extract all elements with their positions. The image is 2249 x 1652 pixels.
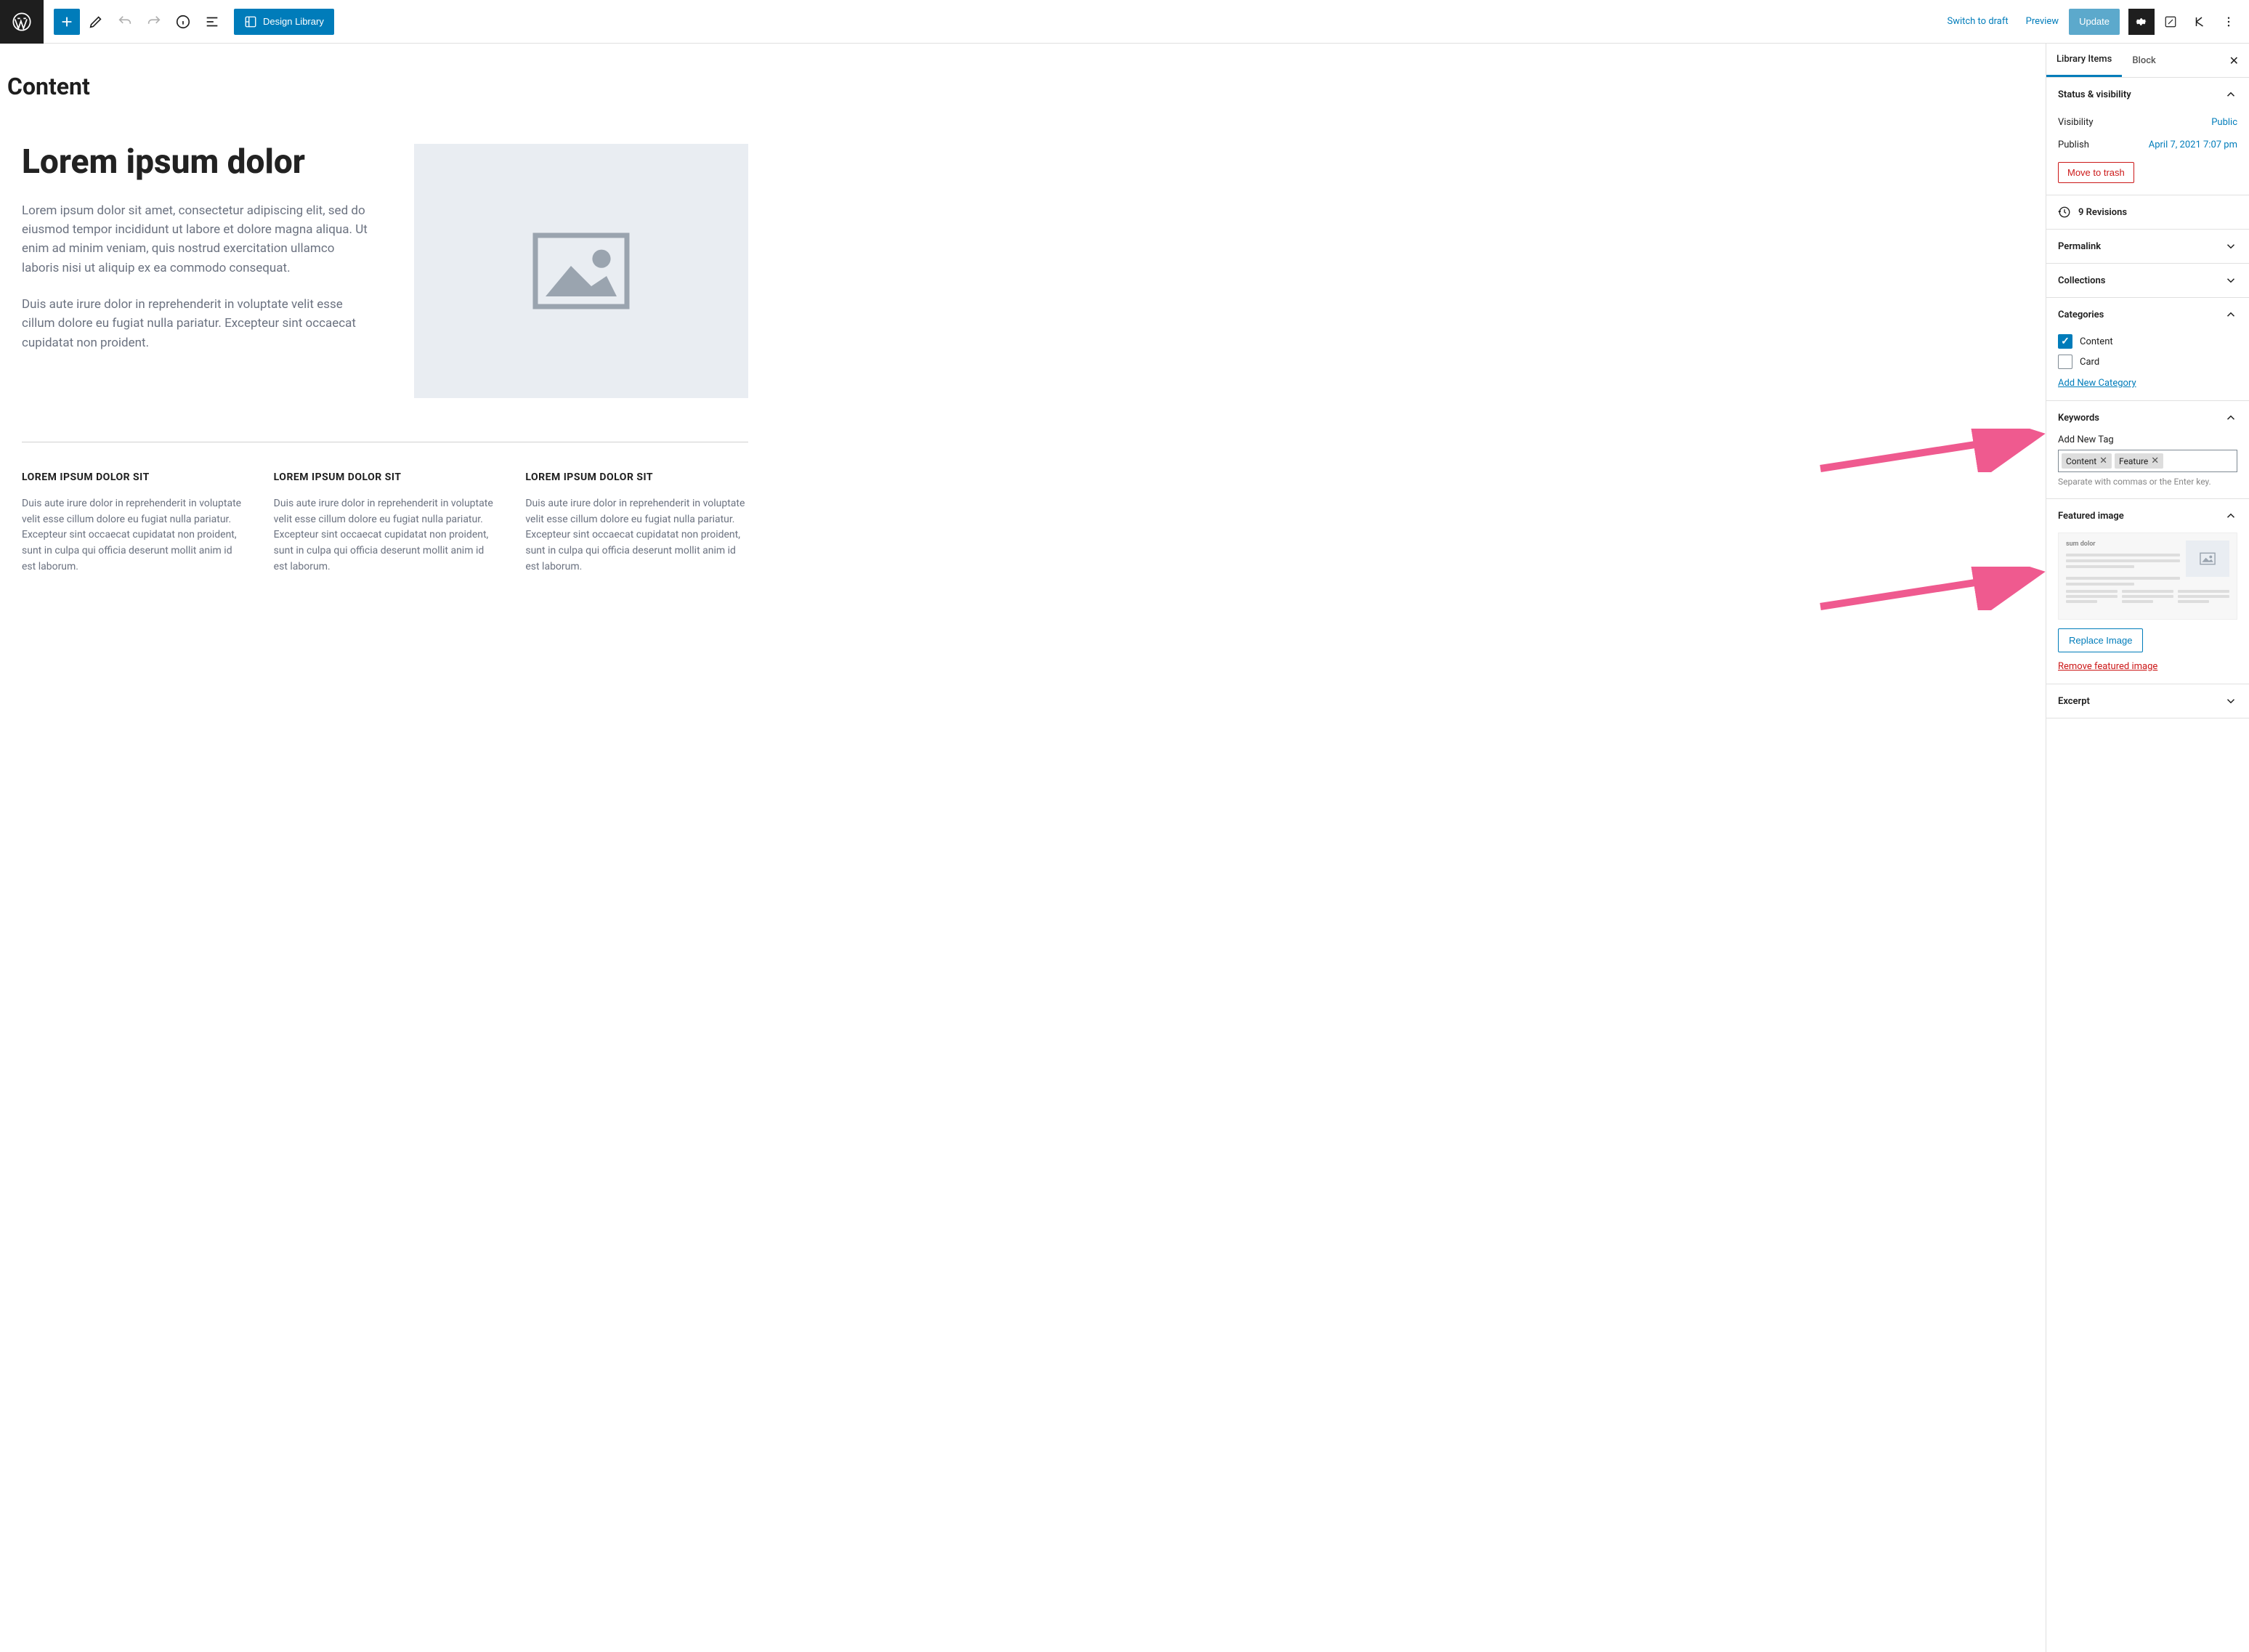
- panel-collections: Collections: [2046, 264, 2249, 298]
- top-toolbar: Design Library Switch to draft Preview U…: [0, 0, 2249, 44]
- checkbox-icon[interactable]: [2058, 355, 2072, 369]
- chevron-down-icon: [2224, 240, 2237, 253]
- col-body[interactable]: Duis aute irure dolor in reprehenderit i…: [274, 496, 497, 575]
- image-placeholder-icon: [2186, 540, 2229, 577]
- remove-tag-icon[interactable]: ✕: [2099, 455, 2107, 466]
- tag-chip-content: Content ✕: [2062, 453, 2112, 469]
- tag-help-text: Separate with commas or the Enter key.: [2058, 477, 2237, 487]
- chevron-down-icon: [2224, 274, 2237, 287]
- remove-featured-image-link[interactable]: Remove featured image: [2058, 661, 2237, 672]
- design-library-label: Design Library: [263, 16, 324, 27]
- revisions-row[interactable]: 9 Revisions: [2046, 195, 2249, 230]
- col-body[interactable]: Duis aute irure dolor in reprehenderit i…: [22, 496, 245, 575]
- hero-heading[interactable]: Lorem ipsum dolor: [22, 144, 370, 181]
- workspace: Content Lorem ipsum dolor Lorem ipsum do…: [0, 44, 2249, 1652]
- more-options-button[interactable]: [2216, 9, 2242, 35]
- column-2[interactable]: LOREM IPSUM DOLOR SIT Duis aute irure do…: [274, 471, 497, 575]
- add-block-button[interactable]: [54, 9, 80, 35]
- jetpack-icon[interactable]: [2157, 9, 2184, 35]
- checkbox-icon[interactable]: [2058, 334, 2072, 349]
- featured-image-thumbnail[interactable]: sum dolor: [2058, 533, 2237, 620]
- page-title[interactable]: Content: [7, 73, 2038, 100]
- undo-button[interactable]: [112, 9, 138, 35]
- col-heading[interactable]: LOREM IPSUM DOLOR SIT: [525, 471, 748, 483]
- add-tag-label: Add New Tag: [2058, 434, 2237, 445]
- chevron-up-icon: [2224, 411, 2237, 424]
- tag-chip-feature: Feature ✕: [2115, 453, 2163, 469]
- panel-categories: Categories Content Card Add New Category: [2046, 298, 2249, 401]
- wordpress-logo[interactable]: [0, 0, 44, 44]
- switch-to-draft-link[interactable]: Switch to draft: [1940, 12, 2015, 31]
- visibility-value[interactable]: Public: [2211, 117, 2237, 128]
- panel-featured-image: Featured image sum dolor: [2046, 499, 2249, 684]
- chevron-up-icon: [2224, 308, 2237, 321]
- panel-header-collections[interactable]: Collections: [2046, 264, 2249, 297]
- publish-label: Publish: [2058, 139, 2089, 150]
- panel-status-visibility: Status & visibility Visibility Public Pu…: [2046, 78, 2249, 195]
- revisions-label: 9 Revisions: [2078, 207, 2127, 218]
- hero-text: Lorem ipsum dolor Lorem ipsum dolor sit …: [22, 144, 370, 370]
- panel-permalink: Permalink: [2046, 230, 2249, 264]
- col-body[interactable]: Duis aute irure dolor in reprehenderit i…: [525, 496, 748, 575]
- column-3[interactable]: LOREM IPSUM DOLOR SIT Duis aute irure do…: [525, 471, 748, 575]
- category-checkbox-content[interactable]: Content: [2058, 331, 2237, 352]
- move-to-trash-button[interactable]: Move to trash: [2058, 162, 2134, 183]
- annotation-arrow-1: [1813, 429, 2046, 475]
- preview-link[interactable]: Preview: [2019, 12, 2066, 31]
- panel-keywords: Keywords Add New Tag Content ✕ Feature ✕…: [2046, 401, 2249, 499]
- panel-header-status[interactable]: Status & visibility: [2046, 78, 2249, 111]
- chevron-down-icon: [2224, 695, 2237, 708]
- history-icon: [2058, 206, 2071, 219]
- category-checkbox-card[interactable]: Card: [2058, 352, 2237, 372]
- columns-block: LOREM IPSUM DOLOR SIT Duis aute irure do…: [22, 471, 748, 575]
- outline-button[interactable]: [199, 9, 225, 35]
- col-heading[interactable]: LOREM IPSUM DOLOR SIT: [274, 471, 497, 483]
- panel-header-categories[interactable]: Categories: [2046, 298, 2249, 331]
- editor-canvas[interactable]: Content Lorem ipsum dolor Lorem ipsum do…: [0, 44, 2046, 1652]
- update-button[interactable]: Update: [2069, 9, 2120, 35]
- toolbar-left: Design Library: [0, 0, 334, 44]
- settings-button[interactable]: [2128, 9, 2155, 35]
- kadence-icon[interactable]: [2187, 9, 2213, 35]
- panel-header-keywords[interactable]: Keywords: [2046, 401, 2249, 434]
- col-heading[interactable]: LOREM IPSUM DOLOR SIT: [22, 471, 245, 483]
- add-new-category-link[interactable]: Add New Category: [2058, 378, 2136, 389]
- redo-button[interactable]: [141, 9, 167, 35]
- settings-sidebar: Library Items Block ✕ Status & visibilit…: [2046, 44, 2249, 1652]
- publish-value[interactable]: April 7, 2021 7:07 pm: [2149, 139, 2237, 150]
- chevron-up-icon: [2224, 88, 2237, 101]
- hero-paragraph-1[interactable]: Lorem ipsum dolor sit amet, consectetur …: [22, 201, 370, 278]
- annotation-arrow-2: [1813, 567, 2046, 613]
- panel-header-permalink[interactable]: Permalink: [2046, 230, 2249, 263]
- panel-header-featured[interactable]: Featured image: [2046, 499, 2249, 533]
- tab-block[interactable]: Block: [2122, 45, 2165, 76]
- panel-excerpt: Excerpt: [2046, 684, 2249, 718]
- visibility-label: Visibility: [2058, 117, 2094, 128]
- panel-header-excerpt[interactable]: Excerpt: [2046, 684, 2249, 718]
- tab-library-items[interactable]: Library Items: [2046, 44, 2122, 77]
- edit-mode-button[interactable]: [83, 9, 109, 35]
- chevron-up-icon: [2224, 509, 2237, 522]
- hero-image-placeholder[interactable]: [414, 144, 748, 398]
- sidebar-tabs: Library Items Block ✕: [2046, 44, 2249, 78]
- tag-input[interactable]: Content ✕ Feature ✕: [2058, 450, 2237, 472]
- toolbar-right: Switch to draft Preview Update: [1940, 9, 2242, 35]
- info-button[interactable]: [170, 9, 196, 35]
- replace-image-button[interactable]: Replace Image: [2058, 628, 2143, 652]
- hero-block: Lorem ipsum dolor Lorem ipsum dolor sit …: [22, 144, 748, 398]
- close-sidebar-icon[interactable]: ✕: [2219, 45, 2249, 76]
- hero-paragraph-2[interactable]: Duis aute irure dolor in reprehenderit i…: [22, 295, 370, 352]
- design-library-button[interactable]: Design Library: [234, 9, 334, 35]
- remove-tag-icon[interactable]: ✕: [2151, 455, 2159, 466]
- column-1[interactable]: LOREM IPSUM DOLOR SIT Duis aute irure do…: [22, 471, 245, 575]
